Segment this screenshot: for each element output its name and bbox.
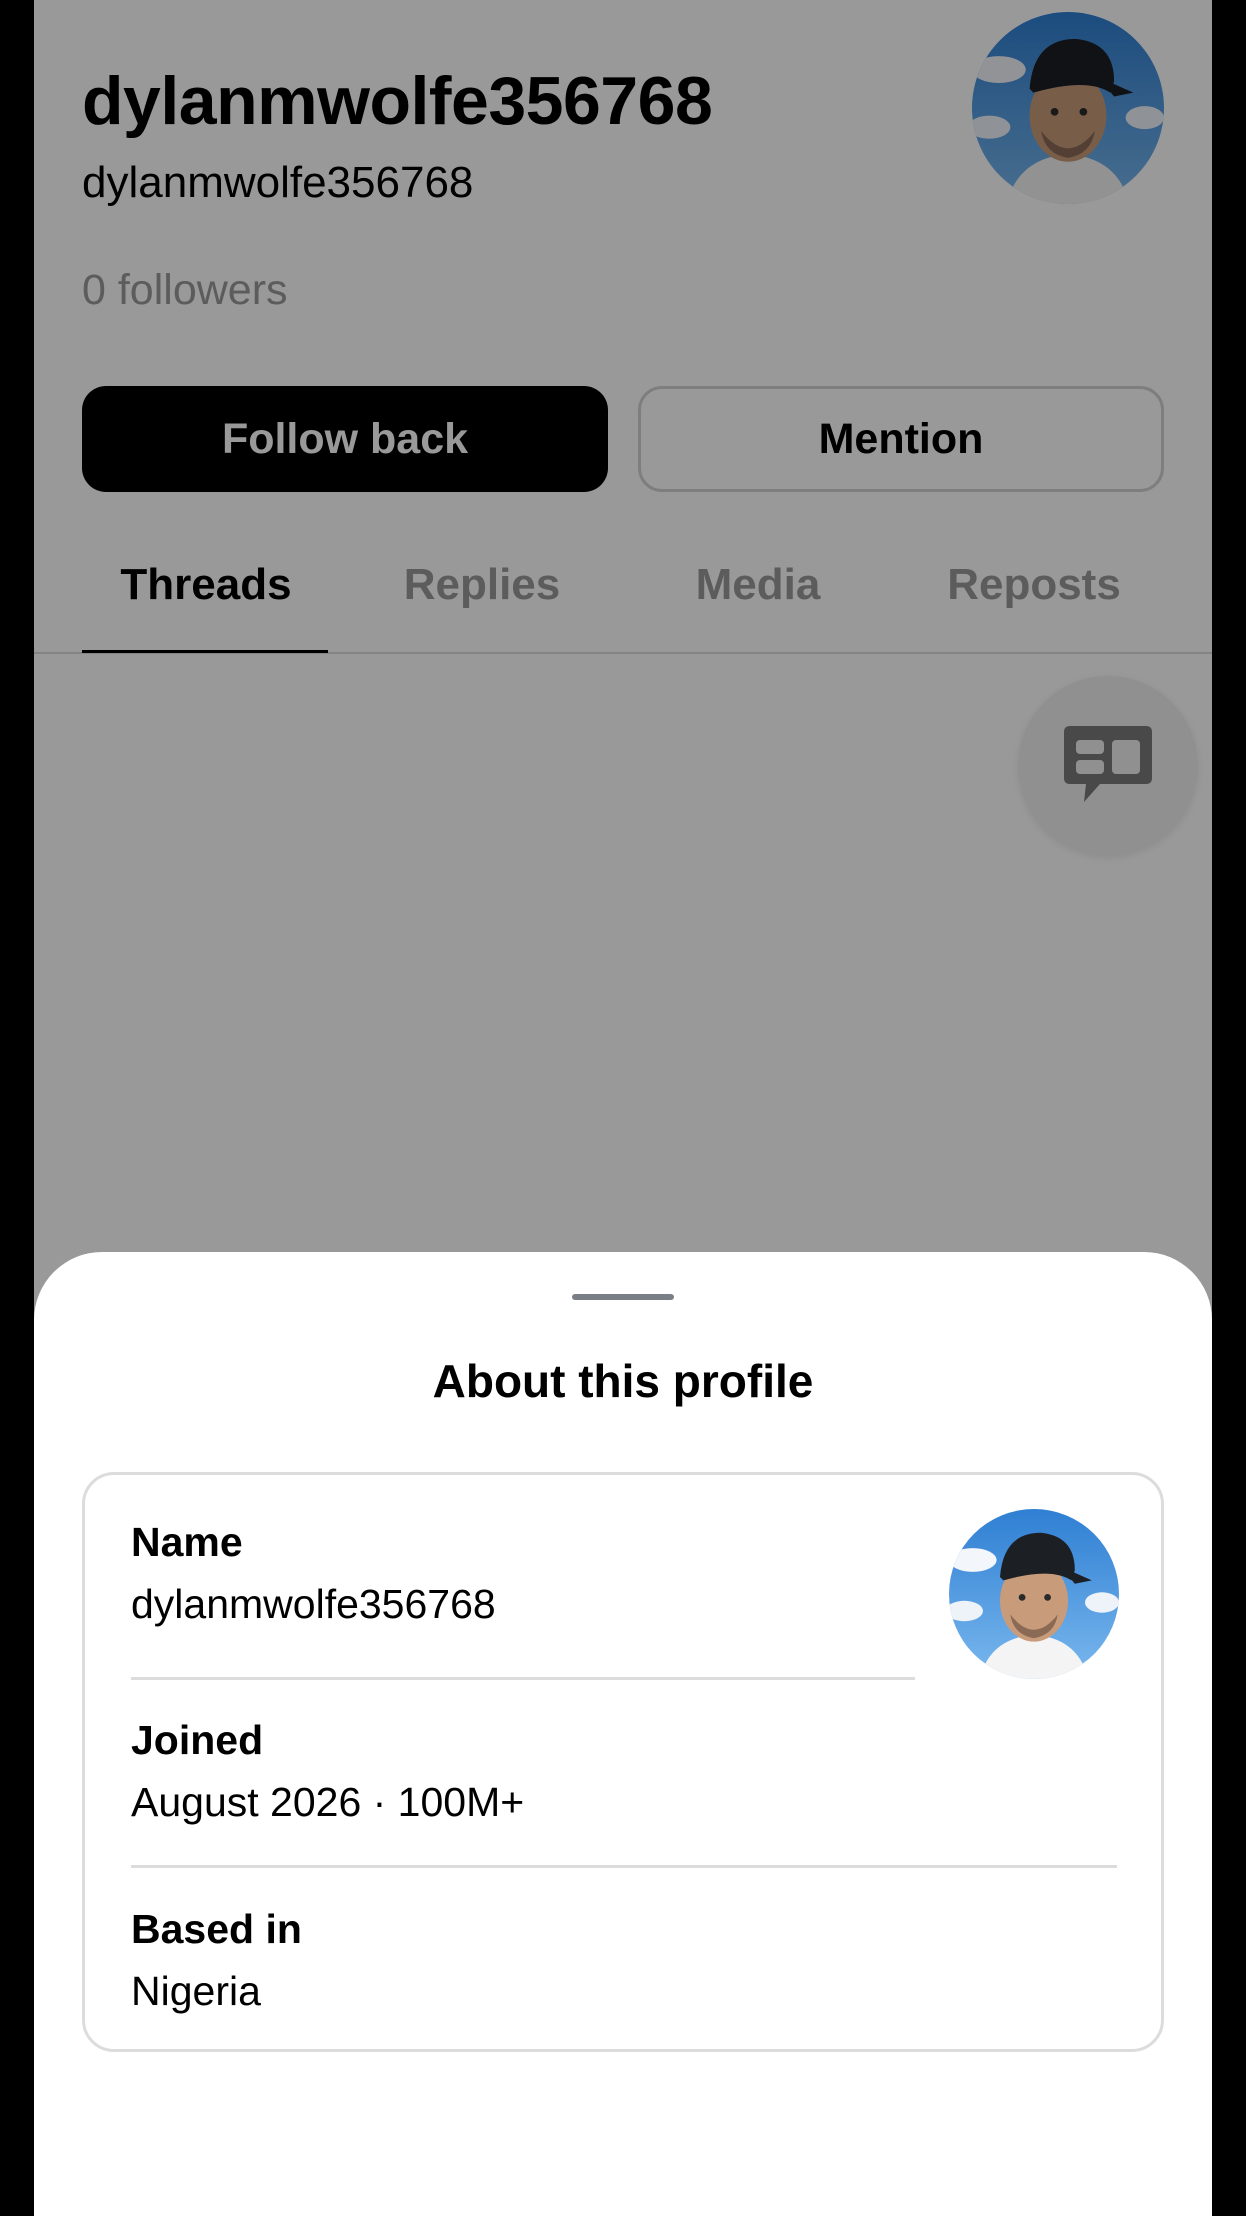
row-divider xyxy=(131,1865,1117,1868)
based-in-value: Nigeria xyxy=(131,1968,261,2014)
name-label: Name xyxy=(131,1519,243,1565)
app-screen: dylanmwolfe356768 dylanmwolfe356768 0 fo… xyxy=(34,0,1212,2216)
joined-value: August 2026 · 100M+ xyxy=(131,1779,525,1825)
avatar-photo-icon xyxy=(949,1509,1119,1679)
based-in-label: Based in xyxy=(131,1906,302,1952)
row-divider xyxy=(131,1677,915,1680)
about-profile-card: Name dylanmwolfe356768 Joined August 202… xyxy=(82,1472,1164,2052)
sheet-title: About this profile xyxy=(432,1355,814,1407)
name-value: dylanmwolfe356768 xyxy=(131,1581,496,1627)
sheet-grabber[interactable] xyxy=(572,1294,674,1300)
about-avatar xyxy=(949,1509,1119,1679)
about-profile-sheet: About this profile Name dylanmwolfe35676… xyxy=(34,1252,1212,2216)
joined-label: Joined xyxy=(131,1717,264,1763)
